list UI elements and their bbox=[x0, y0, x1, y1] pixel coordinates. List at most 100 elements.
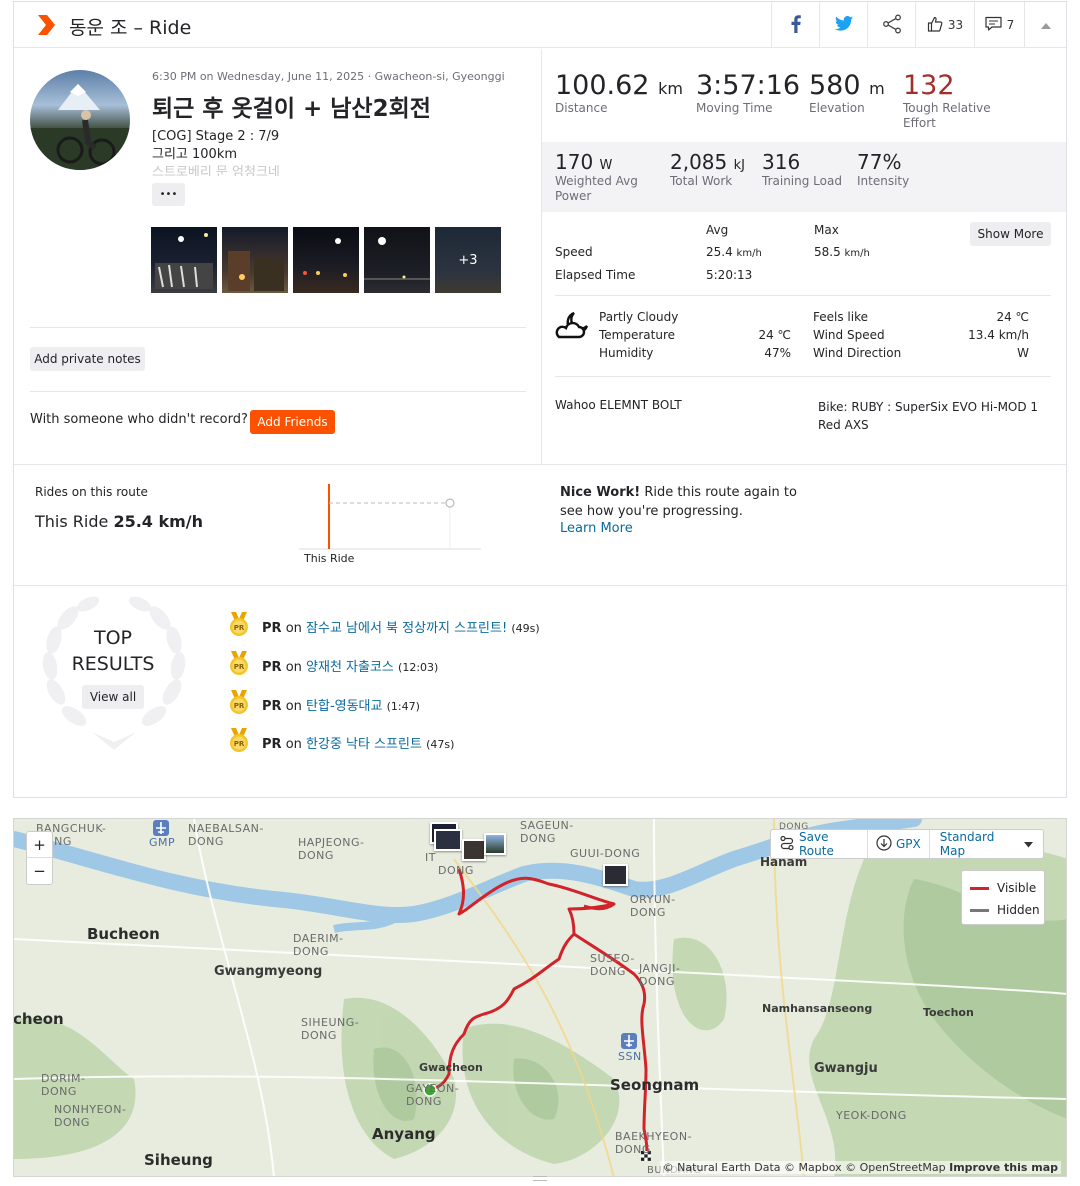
map-type-select[interactable]: Standard Map bbox=[930, 830, 1043, 858]
caret-up-icon bbox=[1040, 18, 1051, 32]
map-label: JANGJI-DONG bbox=[639, 962, 681, 988]
svg-text:PR: PR bbox=[234, 740, 245, 748]
pr-item: PR PR on 탄합-영동대교 (1:47) bbox=[228, 689, 420, 719]
comment-icon bbox=[985, 16, 1002, 34]
stat-training-load: 316 Training Load bbox=[762, 150, 857, 189]
zoom-out-button[interactable]: − bbox=[27, 858, 52, 884]
route-map[interactable]: BANGCHUK-DONG GMP NAEBALSAN-DONG HAPJEON… bbox=[13, 818, 1067, 1177]
map-label: ORYUN-DONG bbox=[630, 893, 676, 919]
stat-unit: W bbox=[599, 158, 613, 173]
stat-relative-effort[interactable]: 132 Tough Relative Effort bbox=[903, 70, 1003, 131]
airport-icon bbox=[153, 820, 169, 840]
pr-prefix: PR bbox=[262, 698, 282, 714]
chart-label: This Ride bbox=[304, 552, 355, 565]
stat-value: 100.62 bbox=[555, 70, 650, 101]
pr-item: PR PR on 잠수교 남에서 북 정상까지 스프린트! (49s) bbox=[228, 611, 540, 641]
stat-label: Intensity bbox=[857, 174, 910, 188]
activity-photo[interactable] bbox=[364, 227, 430, 293]
collapse-button[interactable] bbox=[1024, 2, 1066, 48]
attribution-text[interactable]: © Natural Earth Data © Mapbox © OpenStre… bbox=[663, 1161, 946, 1174]
page-title: 동운 조 – Ride bbox=[69, 17, 192, 39]
activity-photo[interactable] bbox=[222, 227, 288, 293]
column-avg: Avg bbox=[706, 223, 729, 237]
legend-item-visible[interactable]: Visible bbox=[970, 881, 1036, 895]
pr-medal-icon: PR bbox=[228, 611, 250, 641]
description-line: 그리고 100km bbox=[152, 147, 238, 162]
map-label: SIHEUNG-DONG bbox=[301, 1016, 360, 1042]
legend-swatch bbox=[970, 908, 989, 912]
facebook-share-button[interactable] bbox=[771, 2, 819, 48]
zoom-in-button[interactable]: + bbox=[27, 832, 52, 858]
pr-on: on bbox=[285, 620, 302, 636]
dropdown-caret-icon bbox=[1024, 837, 1033, 851]
view-all-button[interactable]: View all bbox=[82, 685, 144, 709]
activity-photo[interactable] bbox=[293, 227, 359, 293]
share-icon bbox=[882, 14, 902, 37]
add-private-notes-button[interactable]: Add private notes bbox=[30, 347, 145, 371]
humidity-value: 47% bbox=[764, 346, 791, 360]
top-results-title: TOP RESULTS bbox=[54, 625, 172, 677]
more-description-button[interactable]: ••• bbox=[152, 183, 185, 206]
map-city-label: Gwangmyeong bbox=[214, 964, 323, 979]
map-terrain bbox=[14, 819, 1066, 1176]
description-line: [COG] Stage 2 : 7/9 bbox=[152, 129, 280, 144]
resize-handle[interactable] bbox=[533, 1176, 547, 1181]
kudos-button[interactable]: 33 bbox=[915, 2, 974, 48]
route-comparison-chart bbox=[299, 482, 484, 552]
map-city-label: Gwangju bbox=[814, 1061, 878, 1076]
stat-intensity: 77% Intensity bbox=[857, 150, 947, 189]
legend-label: Hidden bbox=[997, 903, 1040, 917]
unit: km/h bbox=[736, 248, 762, 259]
stat-distance: 100.62 km Distance bbox=[555, 70, 685, 116]
legend-label: Visible bbox=[997, 881, 1037, 895]
this-ride-speed: This Ride 25.4 km/h bbox=[35, 512, 203, 531]
segment-link[interactable]: 잠수교 남에서 북 정상까지 스프린트! bbox=[306, 621, 507, 636]
athlete-avatar[interactable] bbox=[30, 70, 130, 170]
facebook-icon bbox=[791, 14, 801, 36]
legend-item-hidden[interactable]: Hidden bbox=[970, 903, 1040, 917]
segment-link[interactable]: 한강중 낙타 스프린트 bbox=[306, 737, 422, 752]
show-more-button[interactable]: Show More bbox=[970, 222, 1051, 246]
svg-text:PR: PR bbox=[234, 702, 245, 710]
map-city-label: cheon bbox=[13, 1010, 64, 1028]
device-name: Wahoo ELEMNT BOLT bbox=[555, 398, 682, 412]
svg-text:PR: PR bbox=[234, 663, 245, 671]
stat-unit: km bbox=[658, 79, 683, 98]
activity-photo[interactable] bbox=[151, 227, 217, 293]
improve-map-link[interactable]: Improve this map bbox=[949, 1161, 1058, 1174]
strava-chevron-icon bbox=[36, 14, 56, 40]
map-photo-pin[interactable] bbox=[434, 829, 462, 851]
segment-link[interactable]: 양재천 자출코스 bbox=[306, 660, 394, 675]
legend-swatch bbox=[970, 886, 989, 890]
top-results-title-line: TOP bbox=[93, 627, 133, 649]
segment-link[interactable]: 탄합-영동대교 bbox=[306, 699, 382, 714]
pr-item: PR PR on 한강중 낙타 스프린트 (47s) bbox=[228, 727, 454, 757]
photo-more-count: +3 bbox=[458, 252, 478, 268]
this-ride-value: 25.4 km/h bbox=[113, 512, 204, 531]
map-label: HAPJEONG-DONG bbox=[298, 836, 365, 862]
map-label: NAEBALSAN-DONG bbox=[188, 822, 264, 848]
activity-photo-more[interactable]: +3 bbox=[435, 227, 501, 293]
comments-button[interactable]: 7 bbox=[974, 2, 1024, 48]
share-button[interactable] bbox=[867, 2, 915, 48]
description-line: 스트로베리 문 엄청크네 bbox=[152, 165, 280, 176]
map-label: BAEKHYEON-DONG bbox=[615, 1130, 693, 1156]
map-photo-pin[interactable] bbox=[484, 833, 506, 855]
add-friends-button[interactable]: Add Friends bbox=[250, 410, 335, 434]
gpx-download-icon bbox=[876, 834, 892, 854]
save-route-button[interactable]: Save Route bbox=[771, 830, 868, 858]
divider bbox=[555, 295, 1051, 296]
gpx-button[interactable]: GPX bbox=[868, 830, 930, 858]
pr-prefix: PR bbox=[262, 620, 282, 636]
twitter-share-button[interactable] bbox=[819, 2, 867, 48]
map-label: GUUI-DONG bbox=[570, 847, 641, 860]
weather-cloud-moon-icon bbox=[554, 309, 590, 347]
map-label: NONHYEON-DONG bbox=[54, 1103, 127, 1129]
bike-name[interactable]: Bike: RUBY : SuperSix EVO Hi-MOD 1 Red A… bbox=[818, 398, 1053, 434]
stat-label: Training Load bbox=[762, 174, 842, 188]
divider bbox=[30, 391, 526, 392]
map-photo-pin[interactable] bbox=[462, 839, 486, 861]
map-city-label: Namhansanseong bbox=[762, 1002, 873, 1015]
map-photo-pin[interactable] bbox=[603, 864, 628, 886]
learn-more-link[interactable]: Learn More bbox=[560, 521, 633, 536]
